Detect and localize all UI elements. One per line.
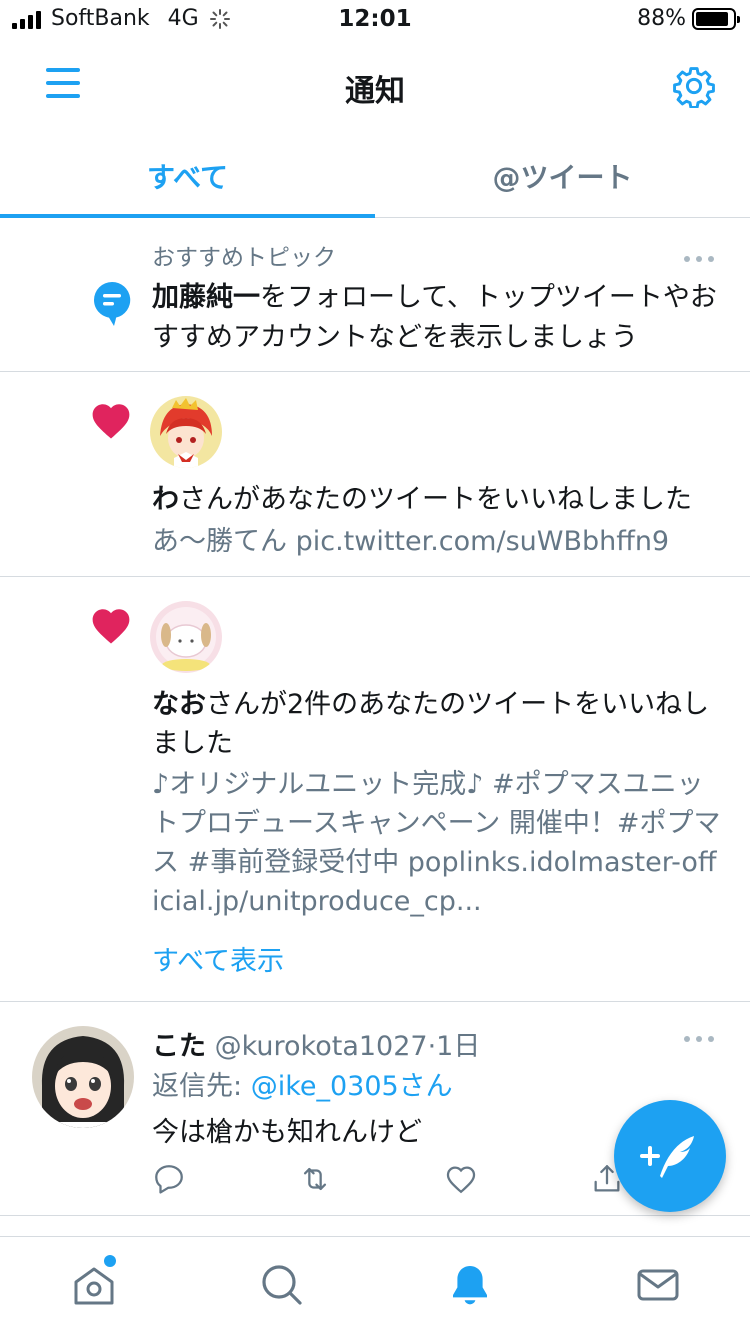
retweet-icon[interactable] bbox=[298, 1162, 332, 1196]
topic-suggestion-row[interactable]: おすすめトピック 加藤純一をフォローして、トップツイートやおすすめアカウントなど… bbox=[0, 218, 750, 372]
avatar[interactable] bbox=[150, 396, 222, 468]
unread-dot bbox=[104, 1255, 116, 1267]
notification-text: なおさんが2件のあなたのツイートをいいねしました bbox=[152, 685, 722, 763]
tab-mentions[interactable]: @ツイート bbox=[375, 140, 750, 217]
avatar[interactable] bbox=[32, 1026, 134, 1128]
status-right: 88% bbox=[637, 6, 740, 31]
reply-to-line: 返信先: @ike_0305さん bbox=[152, 1064, 453, 1103]
bottom-nav bbox=[0, 1236, 750, 1334]
notifications-bell-icon[interactable] bbox=[446, 1261, 494, 1309]
topic-text: 加藤純一をフォローして、トップツイートやおすすめアカウントなどを表示しましょう bbox=[152, 278, 722, 358]
tweet-snippet: あ〜勝てん pic.twitter.com/suWBbhffn9 bbox=[152, 526, 670, 557]
gear-icon[interactable] bbox=[672, 64, 716, 108]
like-notification-row[interactable]: なおさんが2件のあなたのツイートをいいねしました ♪オリジナルユニット完成♪ #… bbox=[0, 577, 750, 1002]
tab-all[interactable]: すべて bbox=[0, 140, 375, 218]
messages-envelope-icon[interactable] bbox=[634, 1261, 682, 1309]
notification-text: わさんがあなたのツイートをいいねしました bbox=[152, 480, 722, 519]
compose-tweet-button[interactable] bbox=[614, 1100, 726, 1212]
tweet-actions bbox=[152, 1162, 632, 1198]
search-icon[interactable] bbox=[258, 1261, 306, 1309]
notification-action: さんが2件のあなたのツイートをいいねしました bbox=[152, 689, 710, 759]
status-bar: SoftBank 4G 12:01 88% bbox=[0, 0, 750, 40]
tab-bar: すべて @ツイート bbox=[0, 140, 750, 218]
tweet-author-handle[interactable]: @kurokota1027 bbox=[215, 1031, 428, 1062]
tweet-snippet: ♪オリジナルユニット完成♪ #ポプマスユニットプロデュースキャンペーン 開催中！… bbox=[152, 769, 721, 917]
reply-to-user[interactable]: @ike_0305さん bbox=[251, 1071, 453, 1102]
tweet-header: こた @kurokota1027·1日 bbox=[152, 1024, 480, 1063]
tweet-time: ·1日 bbox=[427, 1031, 481, 1062]
more-options-icon[interactable] bbox=[684, 1036, 714, 1044]
battery-percent: 88% bbox=[637, 6, 686, 31]
home-icon[interactable] bbox=[70, 1261, 118, 1309]
show-all-link[interactable]: すべて表示 bbox=[152, 939, 284, 978]
like-icon[interactable] bbox=[444, 1162, 478, 1196]
compose-feather-icon bbox=[640, 1136, 694, 1178]
reply-to-label: 返信先: bbox=[152, 1071, 251, 1102]
reply-icon[interactable] bbox=[152, 1162, 186, 1196]
tweet-text: 今は槍かも知れんけど bbox=[152, 1117, 422, 1148]
liker-name[interactable]: わ bbox=[152, 484, 179, 515]
topic-name[interactable]: 加藤純一 bbox=[152, 282, 260, 313]
tweet-author-name[interactable]: こた bbox=[152, 1031, 206, 1062]
more-options-icon[interactable] bbox=[684, 256, 714, 264]
like-notification-row[interactable]: わさんがあなたのツイートをいいねしました あ〜勝てん pic.twitter.c… bbox=[0, 372, 750, 577]
battery-icon bbox=[692, 7, 740, 30]
liker-name[interactable]: なお bbox=[152, 689, 206, 720]
heart-icon bbox=[92, 404, 130, 439]
notification-action: さんがあなたのツイートをいいねしました bbox=[179, 484, 692, 515]
avatar[interactable] bbox=[150, 601, 222, 673]
heart-icon bbox=[92, 609, 130, 644]
page-title: 通知 bbox=[345, 74, 405, 109]
topic-bubble-icon bbox=[94, 281, 131, 326]
header: 通知 bbox=[0, 40, 750, 128]
topic-label: おすすめトピック bbox=[152, 245, 336, 271]
